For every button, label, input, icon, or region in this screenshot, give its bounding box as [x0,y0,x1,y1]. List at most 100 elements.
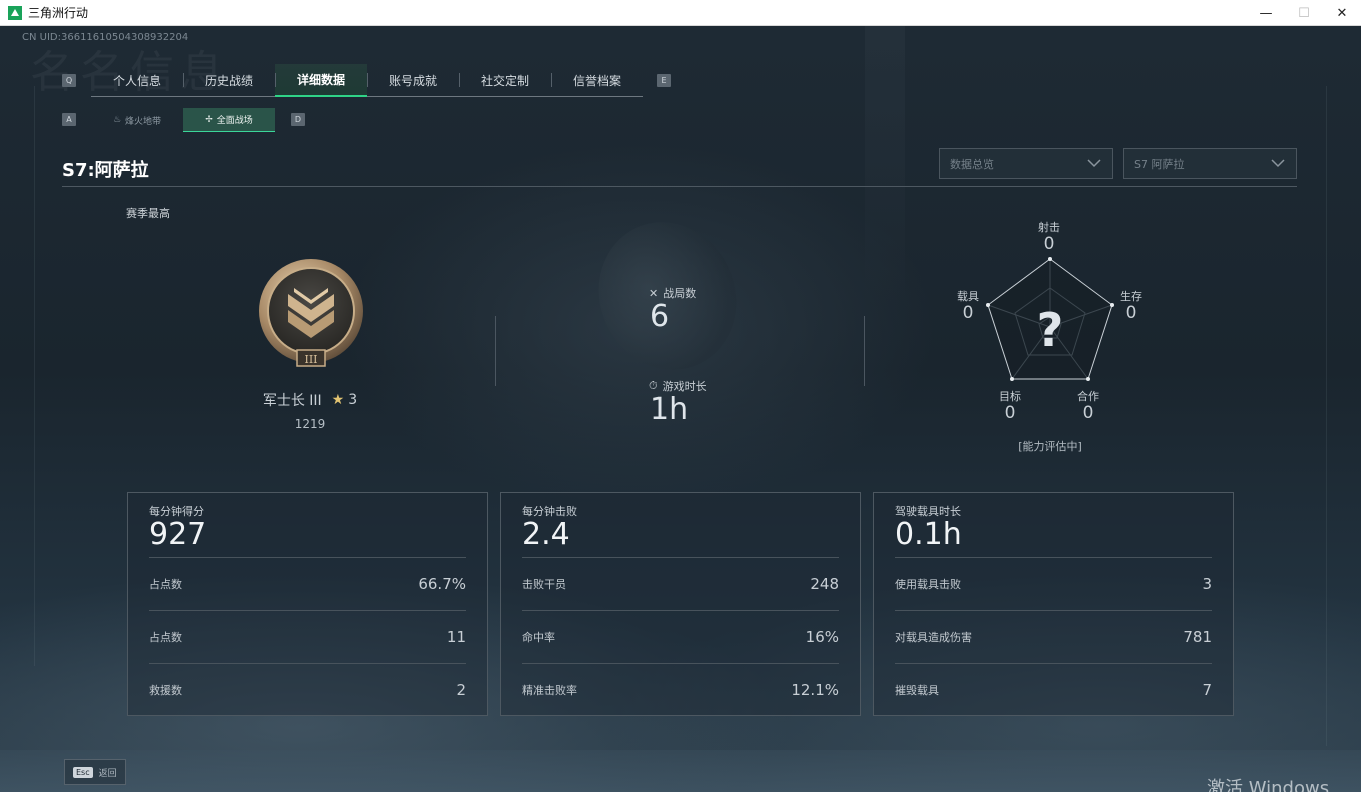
title-divider [62,186,1297,187]
tab-match-history[interactable]: 历史战绩 [183,64,275,97]
prev-tab-key-hint[interactable]: Q [62,74,76,87]
subtab-all-out-war-label: 全面战场 [216,116,253,126]
card-row-label: 救援数 [149,684,182,697]
chevron-down-icon [1271,159,1285,168]
tab-detailed-data[interactable]: 详细数据 [275,64,367,97]
rank-badge-icon: III [259,259,363,367]
tab-reputation[interactable]: 信誉档案 [551,64,643,97]
rank-score: 1219 [294,417,326,431]
tab-achievements[interactable]: 账号成就 [367,64,459,97]
data-overview-select[interactable]: 数据总览 [939,148,1113,179]
next-subtab-key-hint[interactable]: D [291,113,305,126]
radar-shooting-value: 0 [1043,234,1055,254]
hazard-zone-icon: ♨ [112,115,122,125]
matches-value: 6 [650,299,670,334]
all-out-war-icon: ✢ [205,114,213,125]
season-select-value: S7 阿萨拉 [1134,157,1185,171]
minimize-button[interactable]: — [1247,0,1285,26]
tab-personal-info[interactable]: 个人信息 [91,64,183,97]
radar-survival-value: 0 [1125,303,1137,323]
card-row: 占点数 11 [149,610,466,663]
radar-shooting-label: 射击 [1038,221,1060,234]
card-row-value: 66.7% [418,575,466,593]
column-divider [495,316,496,386]
card-row-value: 12.1% [791,681,839,699]
card-row-label: 对载具造成伤害 [895,631,972,644]
decor-line-right [1326,86,1327,746]
maximize-button[interactable]: ☐ [1285,0,1323,26]
subtab-hazard-zone[interactable]: ♨ 烽火地带 [91,108,183,132]
card-row-label: 精准击败率 [522,684,577,697]
radar-objective-label: 目标 [999,390,1021,403]
card-row-value: 248 [810,575,839,593]
card-row-label: 命中率 [522,631,555,644]
card-row: 命中率 16% [522,610,839,663]
window-title: 三角洲行动 [28,6,89,20]
column-divider [864,316,865,386]
background-tower [865,26,905,306]
card-head-value: 927 [149,517,207,552]
radar-survival-label: 生存 [1120,290,1142,303]
card-row: 击败干员 248 [522,557,839,610]
card-row-value: 7 [1202,681,1212,699]
card-row: 摧毁载具 7 [895,663,1212,716]
card-row-value: 3 [1202,575,1212,593]
back-button[interactable]: Esc 返回 [64,759,126,785]
subtab-all-out-war[interactable]: ✢ 全面战场 [183,108,275,132]
season-best-label: 赛季最高 [126,207,170,220]
card-head-value: 2.4 [522,517,570,552]
card-row: 对载具造成伤害 781 [895,610,1212,663]
season-select[interactable]: S7 阿萨拉 [1123,148,1297,179]
prev-subtab-key-hint[interactable]: A [62,113,76,126]
card-row-value: 11 [446,628,466,646]
card-row-value: 16% [805,628,839,646]
esc-key-hint: Esc [73,766,93,778]
card-row: 占点数 66.7% [149,557,466,610]
card-row-label: 使用载具击败 [895,578,961,591]
tab-social-customization[interactable]: 社交定制 [459,64,551,97]
game-viewport: 名名信息 CN UID:36611610504308932204 Q 个人信息 … [0,26,1361,792]
card-row-value: 781 [1183,628,1212,646]
svg-text:III: III [304,353,317,366]
rank-info: 军士长 III ★ 3 [230,390,390,410]
star-icon: ★ [331,392,345,408]
window-controls: — ☐ ✕ [1247,0,1361,26]
window-titlebar: 三角洲行动 — ☐ ✕ [0,0,1361,26]
activate-windows-watermark: 激活 Windows [1207,778,1330,792]
next-tab-key-hint[interactable]: E [657,74,671,87]
close-button[interactable]: ✕ [1323,0,1361,26]
data-overview-select-value: 数据总览 [950,157,994,171]
player-uid: CN UID:36611610504308932204 [22,32,189,43]
rank-stars: 3 [348,392,358,408]
card-row: 救援数 2 [149,663,466,716]
radar-vehicle-value: 0 [962,303,974,323]
vehicle-card: 驾驶载具时长 0.1h 使用载具击败 3 对载具造成伤害 781 摧毁载具 7 [873,492,1234,716]
crossed-swords-icon: ✕ [649,286,659,300]
card-row-label: 占点数 [149,578,182,591]
rank-name: 军士长 III [262,393,322,409]
radar-vehicle-label: 载具 [957,290,979,303]
kills-card: 每分钟击败 2.4 击败干员 248 命中率 16% 精准击败率 12.1% [500,492,861,716]
svg-text:?: ? [1037,303,1064,357]
card-row-label: 击败干员 [522,578,566,591]
card-row: 精准击败率 12.1% [522,663,839,716]
radar-status: [能力评估中] [1018,440,1082,453]
chevron-down-icon [1087,159,1101,168]
playtime-value: 1h [650,392,689,427]
radar-objective-value: 0 [1004,403,1016,423]
score-card: 每分钟得分 927 占点数 66.7% 占点数 11 救援数 2 [127,492,488,716]
radar-cooperation-label: 合作 [1077,390,1099,403]
back-label: 返回 [98,768,117,779]
subtab-hazard-zone-label: 烽火地带 [125,116,162,127]
season-title: S7:阿萨拉 [62,160,149,181]
radar-cooperation-value: 0 [1082,403,1094,423]
main-tab-bar: 个人信息 历史战绩 详细数据 账号成就 社交定制 信誉档案 [91,64,643,97]
card-row-label: 占点数 [149,631,182,644]
stopwatch-icon: ⏱ [649,379,658,392]
card-head-value: 0.1h [895,517,962,552]
app-logo-icon [8,5,22,20]
sub-tab-bar: ♨ 烽火地带 ✢ 全面战场 [91,108,275,132]
decor-line-left [34,86,35,666]
card-row-value: 2 [456,681,466,699]
bottom-bar [0,750,1361,792]
